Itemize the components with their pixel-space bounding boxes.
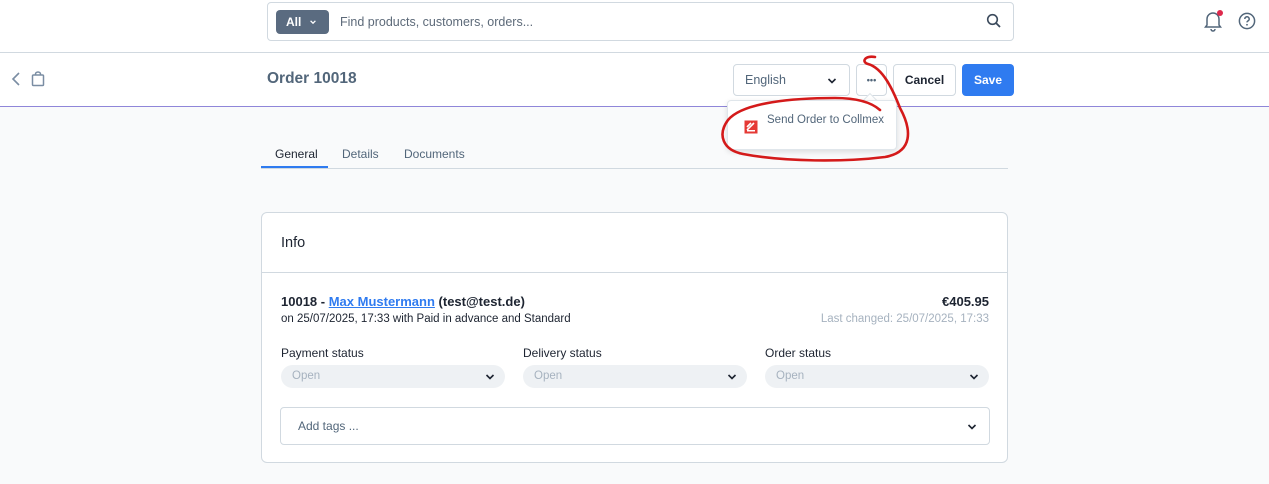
chevron-down-icon bbox=[969, 374, 979, 380]
back-arrow-icon[interactable] bbox=[10, 71, 22, 87]
payment-status-label: Payment status bbox=[281, 346, 364, 360]
search-type-label: All bbox=[286, 15, 302, 29]
tab-bar: General Details Documents bbox=[261, 140, 1008, 169]
smart-bar: Order 10018 English ••• Cancel Save bbox=[0, 53, 1269, 107]
shopping-bag-icon bbox=[31, 71, 45, 87]
tags-placeholder: Add tags ... bbox=[298, 419, 359, 433]
search-icon[interactable] bbox=[986, 13, 1002, 29]
search-input[interactable] bbox=[340, 12, 960, 32]
more-icon: ••• bbox=[866, 75, 877, 85]
collmex-logo-icon bbox=[744, 120, 758, 134]
save-button[interactable]: Save bbox=[962, 64, 1014, 96]
chevron-down-icon bbox=[485, 374, 495, 380]
search-type-dropdown[interactable]: All bbox=[276, 10, 329, 34]
order-subline: on 25/07/2025, 17:33 with Paid in advanc… bbox=[281, 313, 571, 325]
customer-link[interactable]: Max Mustermann bbox=[329, 294, 435, 309]
top-bar: All bbox=[0, 0, 1269, 53]
global-search: All bbox=[267, 2, 1014, 41]
tab-general[interactable]: General bbox=[275, 147, 318, 161]
more-actions-button[interactable]: ••• bbox=[856, 64, 887, 96]
page-title: Order 10018 bbox=[267, 70, 357, 87]
chevron-down-icon bbox=[727, 374, 737, 380]
active-tab-indicator bbox=[261, 166, 328, 168]
chevron-down-icon bbox=[827, 78, 837, 84]
tags-input[interactable]: Add tags ... bbox=[280, 407, 990, 445]
delivery-status-label: Delivery status bbox=[523, 346, 602, 360]
last-changed: Last changed: 25/07/2025, 17:33 bbox=[820, 313, 989, 325]
menu-item-label: Send Order to Collmex bbox=[767, 114, 884, 126]
delivery-status-select[interactable]: Open bbox=[523, 365, 747, 388]
payment-status-select[interactable]: Open bbox=[281, 365, 505, 388]
chevron-down-icon bbox=[967, 424, 977, 430]
chevron-down-icon bbox=[310, 20, 317, 25]
order-amount: €405.95 bbox=[942, 294, 989, 309]
tab-details[interactable]: Details bbox=[342, 147, 379, 161]
cancel-button[interactable]: Cancel bbox=[893, 64, 956, 96]
payment-status-value: Open bbox=[292, 370, 321, 382]
order-summary-line: 10018 - Max Mustermann (test@test.de) bbox=[281, 294, 525, 309]
info-card: Info 10018 - Max Mustermann (test@test.d… bbox=[261, 212, 1008, 463]
order-status-label: Order status bbox=[765, 346, 832, 360]
order-status-select[interactable]: Open bbox=[765, 365, 989, 388]
order-status-value: Open bbox=[776, 370, 805, 382]
customer-email: (test@test.de) bbox=[438, 294, 525, 309]
notification-badge bbox=[1217, 10, 1223, 16]
language-value: English bbox=[745, 73, 786, 87]
tab-documents[interactable]: Documents bbox=[404, 147, 465, 161]
card-title: Info bbox=[281, 235, 306, 251]
card-divider bbox=[262, 272, 1007, 273]
order-number: 10018 - bbox=[281, 294, 326, 309]
delivery-status-value: Open bbox=[534, 370, 563, 382]
help-icon[interactable] bbox=[1238, 12, 1256, 30]
language-select[interactable]: English bbox=[733, 64, 850, 96]
